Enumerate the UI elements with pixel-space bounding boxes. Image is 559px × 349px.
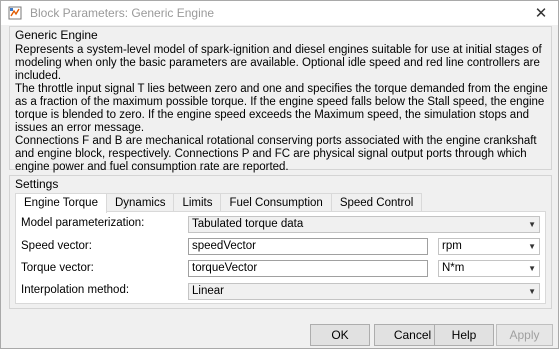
window-title: Block Parameters: Generic Engine [30, 6, 215, 20]
speed-vector-input[interactable]: speedVector [188, 238, 428, 255]
apply-button[interactable]: Apply [496, 324, 553, 346]
settings-group-title: Settings [15, 177, 59, 191]
tab-fuel-consumption[interactable]: Fuel Consumption [220, 193, 332, 212]
help-button[interactable]: Help [434, 324, 494, 346]
chevron-down-icon: ▼ [528, 220, 536, 229]
title-bar: Block Parameters: Generic Engine ✕ [1, 1, 558, 25]
settings-tab-strip: Engine Torque Dynamics Limits Fuel Consu… [15, 193, 423, 213]
chevron-down-icon: ▼ [528, 287, 536, 296]
ok-button[interactable]: OK [310, 324, 370, 346]
description-paragraph-3: Connections F and B are mechanical rotat… [15, 135, 537, 173]
interpolation-method-label: Interpolation method: [21, 284, 130, 296]
torque-vector-input[interactable]: torqueVector [188, 260, 428, 277]
settings-group: Settings Engine Torque Dynamics Limits F… [9, 175, 552, 309]
description-paragraph-2: The throttle input signal T lies between… [15, 83, 548, 134]
model-parameterization-label: Model parameterization: [21, 217, 145, 229]
chevron-down-icon: ▼ [528, 264, 536, 273]
block-parameters-dialog: Block Parameters: Generic Engine ✕ Gener… [0, 0, 559, 349]
torque-vector-unit-select[interactable]: N*m ▼ [438, 260, 540, 277]
model-parameterization-select[interactable]: Tabulated torque data ▼ [188, 216, 540, 233]
description-paragraph-1: Represents a system-level model of spark… [15, 44, 542, 82]
model-parameterization-value: Tabulated torque data [192, 218, 304, 230]
chevron-down-icon: ▼ [528, 242, 536, 251]
torque-vector-unit-value: N*m [442, 262, 465, 274]
tab-engine-torque[interactable]: Engine Torque [15, 193, 107, 213]
speed-vector-label: Speed vector: [21, 240, 92, 252]
close-icon[interactable]: ✕ [532, 4, 550, 22]
torque-vector-label: Torque vector: [21, 262, 94, 274]
simulink-block-icon [8, 6, 22, 20]
interpolation-method-select[interactable]: Linear ▼ [188, 283, 540, 300]
tab-dynamics[interactable]: Dynamics [105, 193, 175, 212]
tab-limits[interactable]: Limits [173, 193, 222, 212]
description-group-title: Generic Engine [15, 28, 98, 42]
tab-speed-control[interactable]: Speed Control [330, 193, 423, 212]
speed-vector-unit-value: rpm [442, 240, 462, 252]
interpolation-method-value: Linear [192, 285, 224, 297]
speed-vector-unit-select[interactable]: rpm ▼ [438, 238, 540, 255]
description-group: Generic Engine Represents a system-level… [9, 26, 552, 173]
engine-torque-panel: Model parameterization: Tabulated torque… [15, 211, 546, 304]
